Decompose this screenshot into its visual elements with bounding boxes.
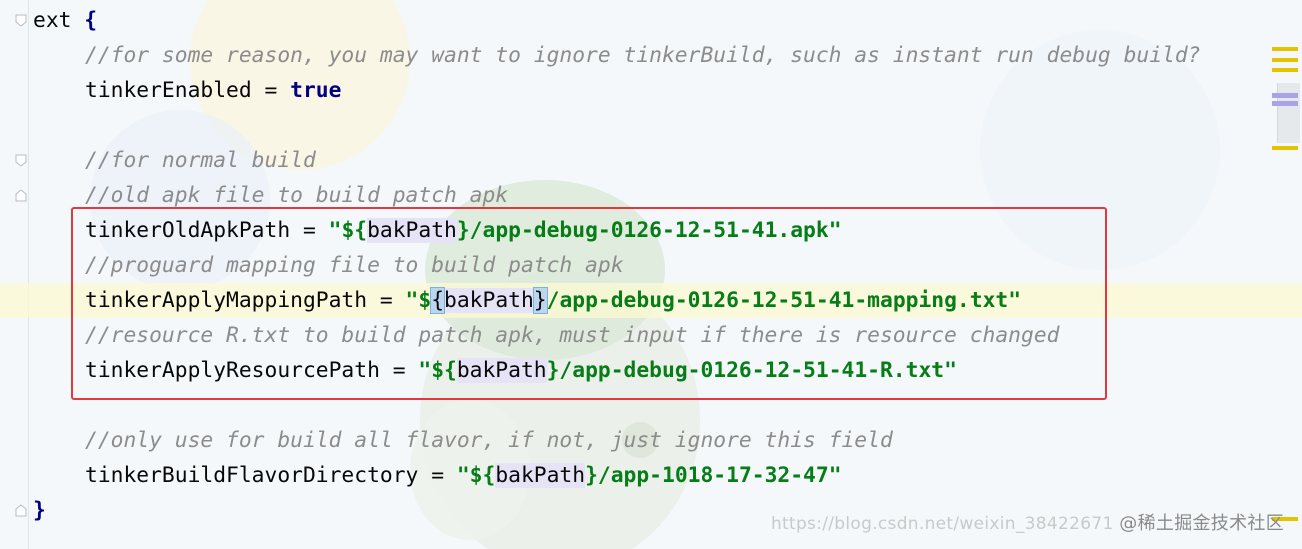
code-line[interactable]: //for some reason, you may want to ignor… [33,38,1273,73]
usage-marker[interactable] [1272,101,1298,106]
code-line[interactable]: //only use for build all flavor, if not,… [33,423,1273,458]
code-token: //old apk file to build patch apk [85,183,509,208]
code-token: tinkerEnabled = [85,78,291,103]
highlight-annotation-box [71,207,1107,400]
warning-marker[interactable] [1272,58,1298,62]
watermark: https://blog.csdn.net/weixin_38422671 @稀… [771,509,1284,535]
code-token: tinkerBuildFlavorDirectory = [85,463,457,488]
fold-end-icon[interactable] [15,504,27,517]
code-token: true [290,78,342,103]
editor-gutter [0,0,29,549]
code-token: }/app-1018-17-32-47" [585,463,842,488]
code-line[interactable]: //for normal build [33,143,1273,178]
fold-toggle-icon[interactable] [15,154,27,167]
fold-toggle-icon[interactable] [15,14,27,27]
watermark-brand: @稀土掘金技术社区 [1119,513,1284,534]
code-token: ext [33,8,85,33]
code-token: //for some reason, you may want to ignor… [85,43,1201,68]
usage-marker[interactable] [1272,93,1298,98]
warning-marker[interactable] [1272,68,1298,72]
warning-marker[interactable] [1272,146,1298,150]
code-token: //only use for build all flavor, if not,… [85,428,893,453]
fold-end-icon[interactable] [15,189,27,202]
watermark-url: https://blog.csdn.net/weixin_38422671 [770,514,1114,534]
scrollbar-thumb[interactable] [1277,83,1300,143]
code-token: "${ [456,463,496,488]
code-token: { [84,8,98,33]
blank-line[interactable] [33,108,1273,143]
code-line[interactable]: ext { [33,3,1273,38]
code-line[interactable]: tinkerBuildFlavorDirectory = "${bakPath}… [33,458,1273,493]
code-token: //for normal build [85,148,316,173]
code-line[interactable]: tinkerEnabled = true [33,73,1273,108]
warning-marker[interactable] [1272,47,1298,51]
code-token: } [33,498,46,523]
code-token: bakPath [495,463,586,488]
